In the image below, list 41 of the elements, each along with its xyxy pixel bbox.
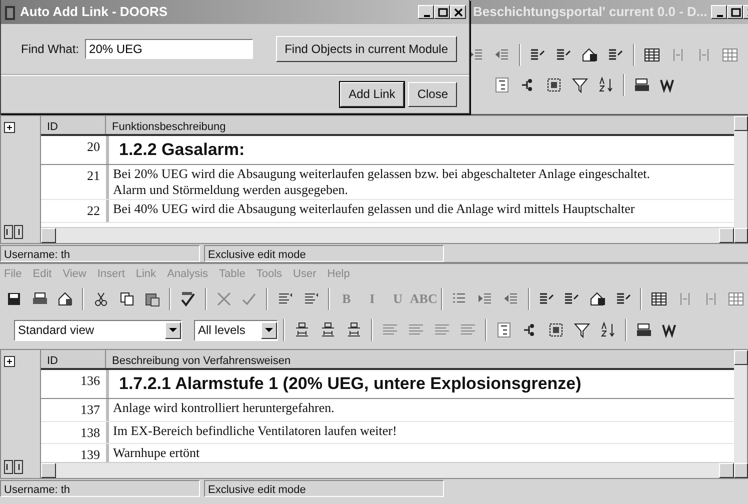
menu-item[interactable]: Insert [97, 266, 125, 282]
menu-item[interactable]: Table [219, 266, 246, 282]
column-header[interactable]: Funktionsbeschreibung [106, 116, 734, 134]
status-field: Exclusive edit mode [204, 245, 444, 262]
column-header[interactable]: ID [41, 350, 106, 368]
format-button[interactable]: B [334, 288, 358, 310]
object-id: 138 [80, 424, 101, 442]
object-id: 139 [80, 446, 101, 462]
minimize-icon[interactable] [711, 5, 728, 19]
window-title: Auto Add Link - DOORS [20, 3, 169, 22]
column-header[interactable]: Beschreibung von Verfahrensweisen [106, 350, 734, 368]
find-button[interactable]: Find Objects in current Module [276, 36, 457, 62]
menu-item[interactable]: Link [136, 266, 156, 282]
format-button[interactable]: ABC [412, 288, 436, 310]
menu-item[interactable]: File [4, 266, 22, 282]
format-button[interactable]: I [360, 288, 384, 310]
menu-item[interactable]: Help [327, 266, 350, 282]
level-select[interactable]: All levels [194, 320, 278, 340]
object-id: 137 [80, 401, 101, 419]
find-field[interactable]: 20% UEG [85, 39, 254, 59]
menu-item[interactable]: User [293, 266, 316, 282]
menu-item[interactable]: View [62, 266, 86, 282]
field-label: Find What: [21, 41, 80, 58]
column-header[interactable]: ID [41, 116, 106, 134]
object-id: 136 [80, 372, 101, 390]
view-select[interactable]: Standard view [14, 320, 182, 340]
format-button[interactable]: U [386, 288, 410, 310]
object-id: 20 [86, 138, 101, 156]
menu-item[interactable]: Analysis [167, 266, 208, 282]
add-link-button[interactable]: Add Link [340, 82, 404, 106]
close-button[interactable]: Close [408, 82, 457, 106]
object-id: 22 [86, 202, 101, 220]
status-field: Username: th [0, 245, 200, 262]
menu-item[interactable]: Edit [32, 266, 52, 282]
status-field: Username: th [0, 480, 200, 497]
maximize-icon[interactable] [727, 5, 744, 19]
maximize-icon[interactable] [434, 5, 450, 19]
minimize-icon[interactable] [418, 5, 434, 19]
status-field: Exclusive edit mode [204, 480, 444, 497]
menu-item[interactable]: Tools [256, 266, 282, 282]
object-id: 21 [86, 167, 101, 185]
